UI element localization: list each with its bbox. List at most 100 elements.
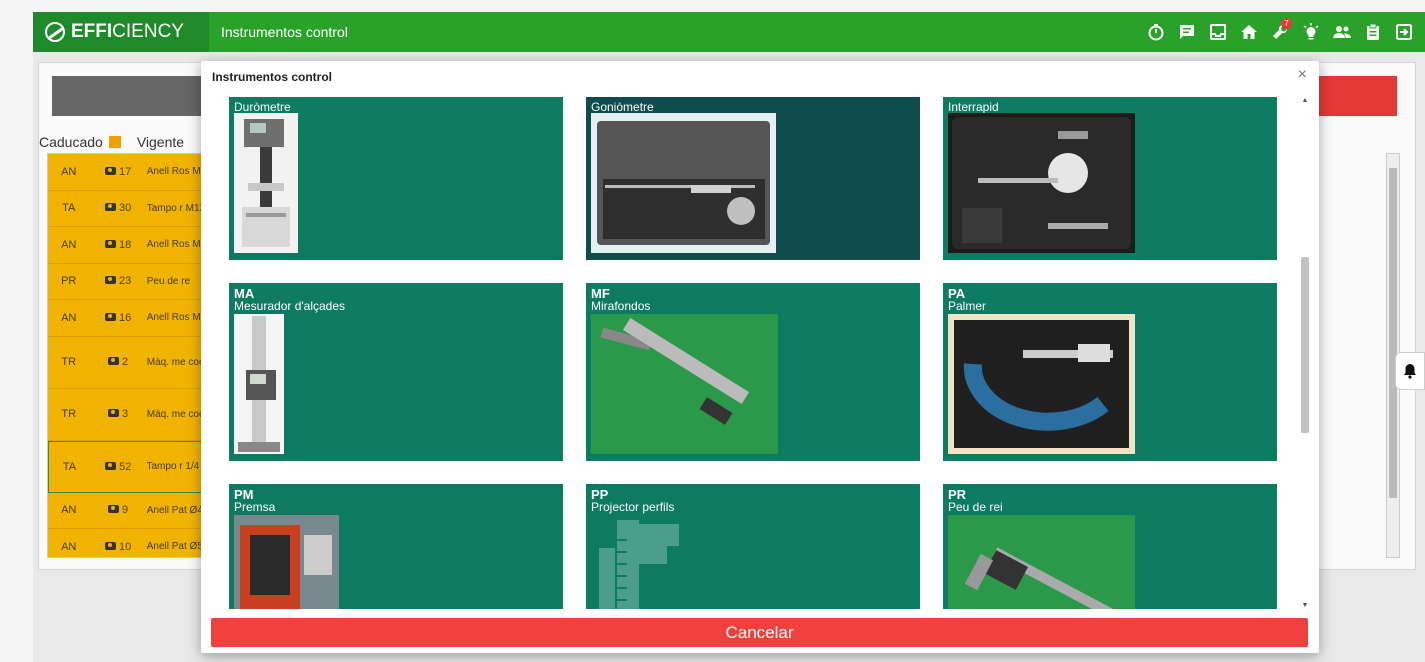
instrument-table: AN 17 Anell Ros M16x1,5 TA 30 Tampo r M12x1,2… xyxy=(47,153,207,558)
row-photo-count: 2 xyxy=(89,356,146,368)
table-row[interactable]: TR 3 Màq. me coordena 3D auton xyxy=(48,389,206,441)
scroll-down-icon[interactable]: ▼ xyxy=(1300,602,1310,609)
scrollbar-thumb[interactable] xyxy=(1301,257,1309,433)
row-photo-count: 23 xyxy=(89,275,146,287)
card-palmer[interactable]: PA Palmer xyxy=(943,283,1277,461)
row-code: PR xyxy=(61,275,77,288)
legend-expired-swatch xyxy=(108,136,121,148)
row-description: Tampo r 1/4 DIN 228 xyxy=(146,461,206,472)
table-row[interactable]: AN 17 Anell Ros M16x1,5 xyxy=(48,154,206,191)
camera-icon xyxy=(104,203,116,212)
row-description: Anell Pat Ø41,983 xyxy=(146,504,206,516)
photo-count: 23 xyxy=(118,275,132,288)
table-row[interactable]: TA 52 Tampo r 1/4 DIN 228 xyxy=(48,440,206,493)
chat-icon[interactable] xyxy=(1171,12,1202,52)
camera-icon xyxy=(105,461,117,470)
card-name: Projector perfils xyxy=(591,500,675,514)
row-description: Anell Ros M16x1,5 xyxy=(146,166,206,178)
photo-count: 18 xyxy=(118,238,132,251)
durometer-image xyxy=(234,113,298,253)
logout-icon[interactable] xyxy=(1388,12,1419,52)
photo-count: 52 xyxy=(119,460,132,473)
camera-icon xyxy=(108,357,120,365)
table-row[interactable]: TR 2 Màq. me coordena 3D auton xyxy=(48,337,206,389)
camera-icon xyxy=(104,541,116,550)
card-name: Mesurador d'alçades xyxy=(234,299,346,313)
row-photo-count: 9 xyxy=(89,504,146,516)
row-description: Peu de re xyxy=(146,275,191,287)
top-bar: EFFI CIENCY Instrumentos control 7 xyxy=(33,12,1425,52)
camera-icon xyxy=(104,312,116,321)
instrument-modal: Instrumentos control × Duròmetre Goniòme… xyxy=(201,61,1319,653)
caliper-image xyxy=(948,515,1135,609)
table-row[interactable]: AN 10 Anell Pat Ø51,979 xyxy=(48,529,206,557)
camera-icon xyxy=(104,239,116,248)
goniometer-image xyxy=(591,113,776,253)
row-photo-count: 3 xyxy=(89,408,146,420)
card-mesurador-alcades[interactable]: MA Mesurador d'alçades xyxy=(229,283,563,461)
clipboard-icon[interactable] xyxy=(1357,12,1388,52)
micrometer-image xyxy=(948,314,1135,454)
row-description: Màq. me coordena 3D auton xyxy=(146,408,206,420)
card-projector-perfils[interactable]: PP Projector perfils xyxy=(586,484,920,609)
card-mirafondos[interactable]: MF Mirafondos xyxy=(586,283,920,461)
table-row[interactable]: AN 16 Anell Ros M22x1,5 xyxy=(48,300,206,337)
row-description: Anell Pat Ø51,979 xyxy=(146,541,206,553)
photo-count: 2 xyxy=(122,356,129,368)
table-row[interactable]: TA 30 Tampo r M12x1,2 xyxy=(48,191,206,227)
row-photo-count: 17 xyxy=(89,166,146,178)
photo-count: 16 xyxy=(118,311,132,324)
status-legend: Caducado Vigente xyxy=(39,134,184,150)
brand-logo[interactable]: EFFI CIENCY xyxy=(33,12,209,52)
legend-valid-label: Vigente xyxy=(136,134,185,150)
legend-expired-label: Caducado xyxy=(39,134,103,150)
camera-icon xyxy=(108,505,120,514)
close-icon[interactable]: × xyxy=(1298,66,1307,84)
people-icon[interactable] xyxy=(1326,12,1357,52)
row-code: TR xyxy=(61,356,77,368)
row-description: Màq. me coordena 3D auton xyxy=(146,356,206,368)
row-description: Tampo r M12x1,2 xyxy=(146,202,206,214)
filter-bar[interactable] xyxy=(52,76,202,116)
cancel-button[interactable]: Cancelar xyxy=(211,618,1308,647)
row-code: AN xyxy=(61,504,77,517)
camera-icon xyxy=(104,166,116,175)
caliper-outline-icon xyxy=(599,520,679,609)
row-description: Anell Ros M16x1-4 xyxy=(146,239,206,251)
row-code: AN xyxy=(61,540,77,553)
card-name: Palmer xyxy=(948,299,987,313)
home-icon[interactable] xyxy=(1233,12,1264,52)
card-durometre[interactable]: Duròmetre xyxy=(229,97,563,260)
bell-icon[interactable] xyxy=(1395,352,1425,390)
inbox-icon[interactable] xyxy=(1202,12,1233,52)
toolbar-icons: 7 xyxy=(1140,12,1419,52)
row-photo-count: 18 xyxy=(89,239,146,251)
interrapid-image xyxy=(948,113,1135,253)
scroll-up-icon[interactable]: ▲ xyxy=(1300,97,1310,104)
press-image xyxy=(234,515,339,609)
brand-rest: CIENCY xyxy=(112,21,184,42)
photo-count: 9 xyxy=(122,504,129,517)
stopwatch-icon[interactable] xyxy=(1140,12,1171,52)
lightbulb-icon[interactable] xyxy=(1295,12,1326,52)
table-row[interactable]: AN 9 Anell Pat Ø41,983 xyxy=(48,493,206,529)
card-interrapid[interactable]: Interrapid xyxy=(943,97,1277,260)
camera-icon xyxy=(104,276,116,285)
modal-scrollbar[interactable]: ▲ ▼ xyxy=(1300,97,1310,609)
card-premsa[interactable]: PM Premsa xyxy=(229,484,563,609)
row-code: TR xyxy=(61,408,77,420)
photo-count: 3 xyxy=(122,408,129,420)
table-row[interactable]: AN 18 Anell Ros M16x1-4 xyxy=(48,227,206,264)
wrench-icon[interactable]: 7 xyxy=(1264,12,1295,52)
camera-icon xyxy=(108,409,120,417)
row-description: Anell Ros M22x1,5 xyxy=(146,312,206,324)
page-title: Instrumentos control xyxy=(221,24,348,40)
card-goniometre[interactable]: Goniòmetre xyxy=(586,97,920,260)
row-code: AN xyxy=(61,165,77,178)
table-row[interactable]: PR 23 Peu de re xyxy=(48,264,206,300)
scrollbar-thumb[interactable] xyxy=(1389,168,1397,498)
card-peu-de-rei[interactable]: PR Peu de rei xyxy=(943,484,1277,609)
row-code: TA xyxy=(62,460,77,473)
card-name: Mirafondos xyxy=(591,299,651,313)
row-photo-count: 16 xyxy=(89,312,146,324)
